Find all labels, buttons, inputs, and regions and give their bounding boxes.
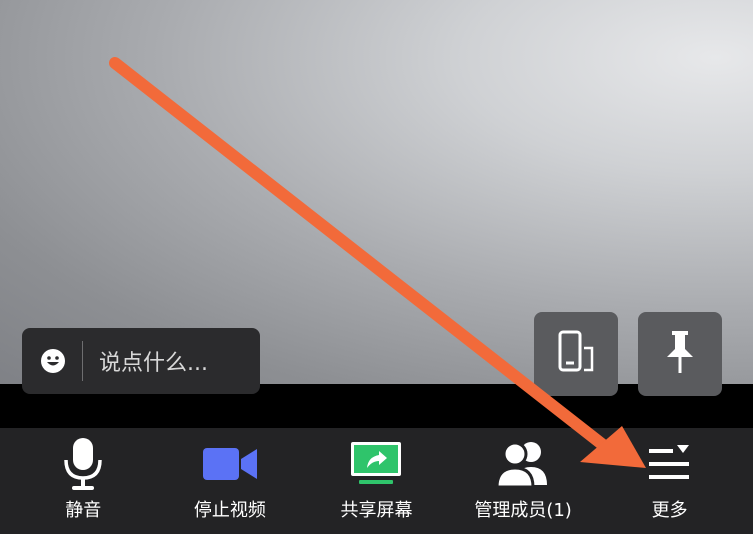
chat-placeholder: 说点什么... [99, 351, 208, 376]
stop-video-label: 停止视频 [193, 500, 266, 521]
pin-icon [660, 327, 700, 381]
more-button[interactable]: 更多 [605, 428, 735, 522]
microphone-icon [61, 436, 105, 492]
more-label: 更多 [651, 500, 688, 521]
participants-icon [493, 436, 553, 492]
mute-label: 静音 [65, 500, 102, 521]
switch-device-button[interactable] [534, 312, 618, 396]
smile-icon[interactable] [38, 346, 68, 376]
stop-video-button[interactable]: 停止视频 [165, 428, 295, 522]
meeting-toolbar: 静音 停止视频 共享屏幕 管理成员(1) 更多 [0, 428, 753, 534]
mute-button[interactable]: 静音 [18, 428, 148, 522]
share-screen-button[interactable]: 共享屏幕 [311, 428, 441, 522]
more-menu-icon [645, 436, 695, 492]
pin-button[interactable] [638, 312, 722, 396]
manage-participants-button[interactable]: 管理成员(1) [458, 428, 588, 522]
chat-divider [82, 341, 83, 381]
manage-participants-label: 管理成员(1) [474, 500, 572, 521]
video-camera-icon [201, 436, 259, 492]
share-screen-icon [349, 436, 403, 492]
share-screen-label: 共享屏幕 [340, 500, 413, 521]
chat-input[interactable]: 说点什么... [22, 328, 260, 394]
phone-switch-icon [552, 328, 600, 380]
